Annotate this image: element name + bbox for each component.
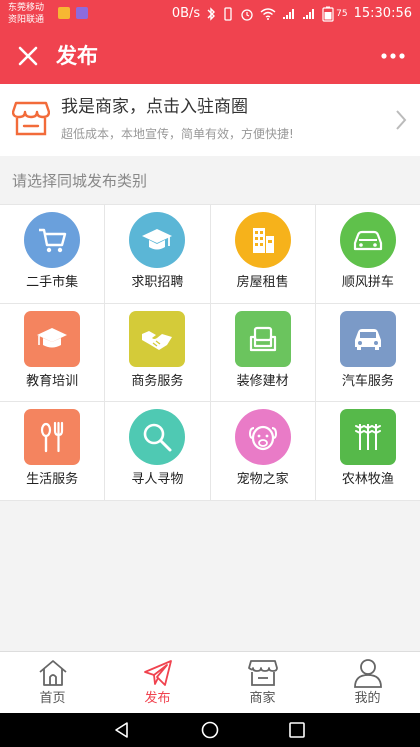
category-label: 生活服务	[26, 472, 79, 488]
vibrate-icon	[224, 7, 232, 21]
page-title: 发布	[56, 44, 98, 68]
paper-plane-icon	[143, 660, 172, 686]
more-options-icon[interactable]	[378, 46, 408, 66]
status-indicators: 0B/s 75 15:30:56	[172, 6, 412, 22]
home-icon	[38, 660, 67, 686]
mortarboard-icon	[24, 310, 81, 367]
signal-2g-icon	[283, 9, 295, 19]
system-nav-bar	[0, 713, 420, 747]
category-label: 教育培训	[26, 373, 79, 389]
tab-label: 商家	[249, 691, 276, 706]
category-housing[interactable]: 房屋租售	[210, 205, 315, 303]
category-pets[interactable]: 宠物之家	[210, 402, 315, 500]
signal-4g-icon	[303, 9, 315, 19]
category-label: 商务服务	[131, 373, 184, 389]
tab-home[interactable]: 首页	[0, 652, 105, 713]
carrier-line1: 东莞移动	[8, 3, 45, 13]
store-icon	[247, 660, 278, 686]
bluetooth-icon	[207, 7, 216, 21]
home-button-icon[interactable]	[200, 720, 220, 740]
merchant-subtitle: 超低成本，本地宣传，简单有效，方便快捷!	[61, 127, 294, 141]
tab-label: 发布	[144, 691, 171, 706]
tab-label: 首页	[39, 691, 66, 706]
category-auto-service[interactable]: 汽车服务	[315, 303, 420, 402]
dog-icon	[234, 409, 291, 466]
category-secondhand[interactable]: 二手市集	[0, 205, 105, 303]
tab-mine[interactable]: 我的	[315, 652, 420, 713]
battery-level: 75	[336, 9, 348, 19]
category-business[interactable]: 商务服务	[105, 303, 210, 402]
car-icon	[339, 212, 396, 268]
category-label: 农林牧渔	[341, 472, 394, 488]
merchant-title: 我是商家，点击入驻商圈	[61, 97, 248, 117]
alarm-icon	[241, 9, 253, 21]
category-agriculture[interactable]: 农林牧渔	[315, 402, 420, 500]
category-grid: 二手市集 求职招聘 房屋租售 顺风拼车 教育培训 商务服务 装修建材 汽车服务 …	[0, 204, 420, 501]
car-front-icon	[339, 310, 396, 367]
carrier-info: 东莞移动 资阳联通	[8, 2, 44, 26]
carrier-line2: 资阳联通	[8, 15, 45, 25]
merchant-join-banner[interactable]: 我是商家，点击入驻商圈 超低成本，本地宣传，简单有效，方便快捷!	[0, 84, 420, 156]
tab-merchant[interactable]: 商家	[210, 652, 315, 713]
category-lost-found[interactable]: 寻人寻物	[105, 402, 210, 500]
category-label: 求职招聘	[131, 275, 184, 290]
building-icon	[234, 212, 291, 268]
magnifier-icon	[129, 409, 186, 466]
category-carpool[interactable]: 顺风拼车	[315, 205, 420, 303]
section-label: 请选择同城发布类别	[12, 172, 148, 190]
category-renovation[interactable]: 装修建材	[210, 303, 315, 402]
tab-label: 我的	[354, 691, 381, 706]
gallery-notification-icon	[76, 7, 88, 19]
sofa-icon	[234, 310, 291, 367]
notification-icons	[58, 7, 88, 19]
category-label: 房屋租售	[236, 275, 289, 290]
bottom-tab-bar: 首页 发布 商家 我的	[0, 651, 420, 713]
tab-publish[interactable]: 发布	[105, 652, 210, 713]
title-bar: 发布	[0, 28, 420, 84]
category-life-service[interactable]: 生活服务	[0, 402, 105, 500]
app-notification-icon	[58, 7, 70, 19]
category-label: 顺风拼车	[341, 275, 394, 290]
close-icon[interactable]	[14, 42, 42, 70]
back-icon[interactable]	[112, 720, 132, 740]
spoon-fork-icon	[24, 409, 81, 466]
category-label: 宠物之家	[236, 472, 289, 488]
category-education[interactable]: 教育培训	[0, 303, 105, 402]
network-speed: 0B/s	[171, 6, 201, 21]
user-icon	[353, 659, 382, 688]
handshake-icon	[129, 310, 186, 367]
category-jobs[interactable]: 求职招聘	[105, 205, 210, 303]
category-label: 寻人寻物	[131, 472, 184, 488]
chevron-right-icon	[396, 110, 407, 130]
category-label: 汽车服务	[341, 373, 394, 389]
category-label: 装修建材	[236, 373, 289, 389]
store-icon	[12, 101, 50, 136]
battery-icon	[322, 6, 334, 22]
category-label: 二手市集	[26, 275, 79, 290]
wifi-icon	[260, 8, 276, 20]
shopping-cart-icon	[24, 212, 81, 268]
wheat-icon	[339, 409, 396, 466]
status-bar: 东莞移动 资阳联通 0B/s 75 15:30:56	[0, 0, 420, 28]
recents-icon[interactable]	[287, 720, 307, 740]
graduation-cap-icon	[129, 212, 186, 268]
clock-time: 15:30:56	[353, 6, 412, 21]
